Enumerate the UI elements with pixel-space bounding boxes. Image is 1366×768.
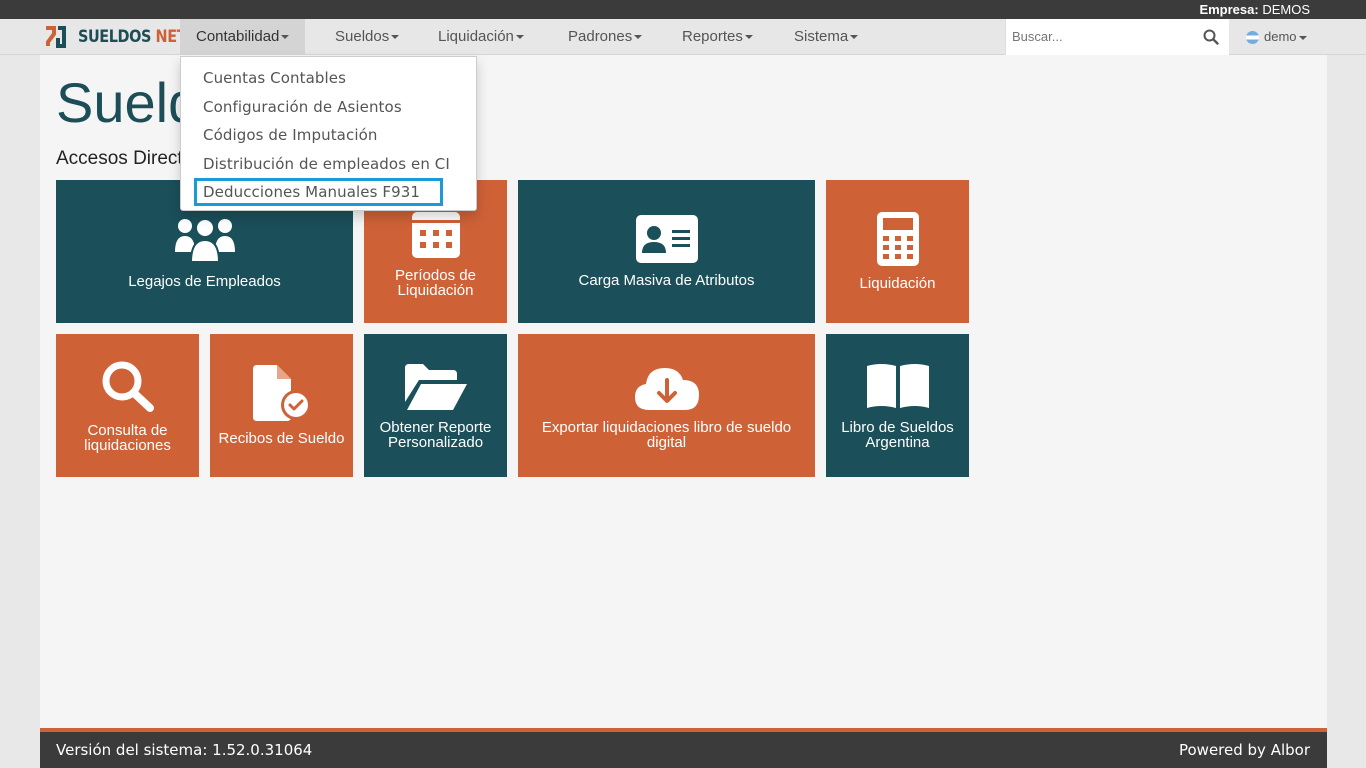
nav-padrones[interactable]: Padrones xyxy=(552,19,658,55)
nav-sueldos[interactable]: Sueldos xyxy=(319,19,415,55)
search-icon[interactable] xyxy=(1203,29,1219,45)
tile-label: Libro de Sueldos Argentina xyxy=(841,418,954,451)
tile-label: Recibos de Sueldo xyxy=(218,430,345,447)
calculator-icon xyxy=(876,212,919,266)
caret-down-icon xyxy=(850,35,859,40)
menu-item-deducciones-f931[interactable]: Deducciones Manuales F931 xyxy=(203,183,420,201)
users-icon xyxy=(174,218,235,263)
file-check-icon xyxy=(252,365,311,421)
caret-down-icon xyxy=(515,35,524,40)
id-card-icon xyxy=(635,215,698,263)
caret-down-icon xyxy=(281,35,290,40)
tile-label: Períodos de Liquidación xyxy=(395,266,476,299)
tile-label: Liquidación xyxy=(859,275,936,292)
user-menu[interactable]: demo xyxy=(1246,19,1307,55)
caret-down-icon xyxy=(391,35,400,40)
menu-item-distribucion-empleados[interactable]: Distribución de empleados en CI xyxy=(203,155,450,173)
book-icon xyxy=(866,363,929,408)
user-name: demo xyxy=(1264,29,1297,44)
search-box xyxy=(1005,19,1229,55)
menu-item-codigos-imputacion[interactable]: Códigos de Imputación xyxy=(203,126,377,144)
cloud-download-icon xyxy=(634,367,699,410)
caret-down-icon xyxy=(634,35,643,40)
brand-text: SUELDOS NET xyxy=(78,27,187,47)
nav-label: Reportes xyxy=(682,28,743,45)
brand-part1: SUELDOS xyxy=(78,27,151,47)
tile-reporte[interactable]: Obtener Reporte Personalizado xyxy=(364,334,507,477)
tile-libro[interactable]: Libro de Sueldos Argentina xyxy=(826,334,969,477)
caret-down-icon xyxy=(1298,35,1307,40)
nav-sistema[interactable]: Sistema xyxy=(778,19,874,55)
nav-label: Sueldos xyxy=(335,28,390,45)
nav-label: Liquidación xyxy=(438,28,514,45)
search-icon xyxy=(102,361,154,412)
system-version: Versión del sistema: 1.52.0.31064 xyxy=(56,741,313,759)
empresa-label: Empresa: xyxy=(1199,2,1259,17)
empresa-indicator: Empresa: DEMOS xyxy=(1199,2,1310,17)
calendar-icon xyxy=(411,211,460,258)
navbar: SUELDOS NET Contabilidad Sueldos Liquida… xyxy=(0,19,1366,55)
tile-exportar[interactable]: Exportar liquidaciones libro de sueldo d… xyxy=(518,334,815,477)
caret-down-icon xyxy=(744,35,753,40)
tile-recibos[interactable]: Recibos de Sueldo xyxy=(210,334,353,477)
nav-label: Padrones xyxy=(568,28,633,45)
nav-reportes[interactable]: Reportes xyxy=(666,19,769,55)
folder-open-icon xyxy=(404,363,467,410)
menu-item-cuentas-contables[interactable]: Cuentas Contables xyxy=(203,69,346,87)
nav-label: Contabilidad xyxy=(196,28,280,45)
tile-liquidacion[interactable]: Liquidación xyxy=(826,180,969,323)
tile-label: Legajos de Empleados xyxy=(128,273,281,290)
tile-label: Carga Masiva de Atributos xyxy=(578,272,755,289)
tile-label: Consulta de liquidaciones xyxy=(84,421,171,454)
top-bar: Empresa: DEMOS xyxy=(0,0,1366,19)
nav-label: Sistema xyxy=(794,28,849,45)
logo-icon xyxy=(46,26,66,48)
tile-label: Obtener Reporte Personalizado xyxy=(379,418,492,451)
nav-contabilidad[interactable]: Contabilidad xyxy=(180,19,306,55)
menu-item-configuracion-asientos[interactable]: Configuración de Asientos xyxy=(203,98,402,116)
contabilidad-dropdown-menu: Cuentas Contables Configuración de Asien… xyxy=(180,56,477,211)
tile-label: Exportar liquidaciones libro de sueldo d… xyxy=(541,418,792,451)
footer: Versión del sistema: 1.52.0.31064 Powere… xyxy=(40,728,1327,768)
empresa-value: DEMOS xyxy=(1262,2,1310,17)
argentina-flag-icon xyxy=(1246,31,1259,45)
tile-consulta[interactable]: Consulta de liquidaciones xyxy=(56,334,199,477)
tile-carga-masiva[interactable]: Carga Masiva de Atributos xyxy=(518,180,815,323)
powered-by: Powered by Albor xyxy=(1178,741,1310,759)
nav-liquidacion[interactable]: Liquidación xyxy=(422,19,540,55)
search-input[interactable] xyxy=(1006,19,1196,54)
